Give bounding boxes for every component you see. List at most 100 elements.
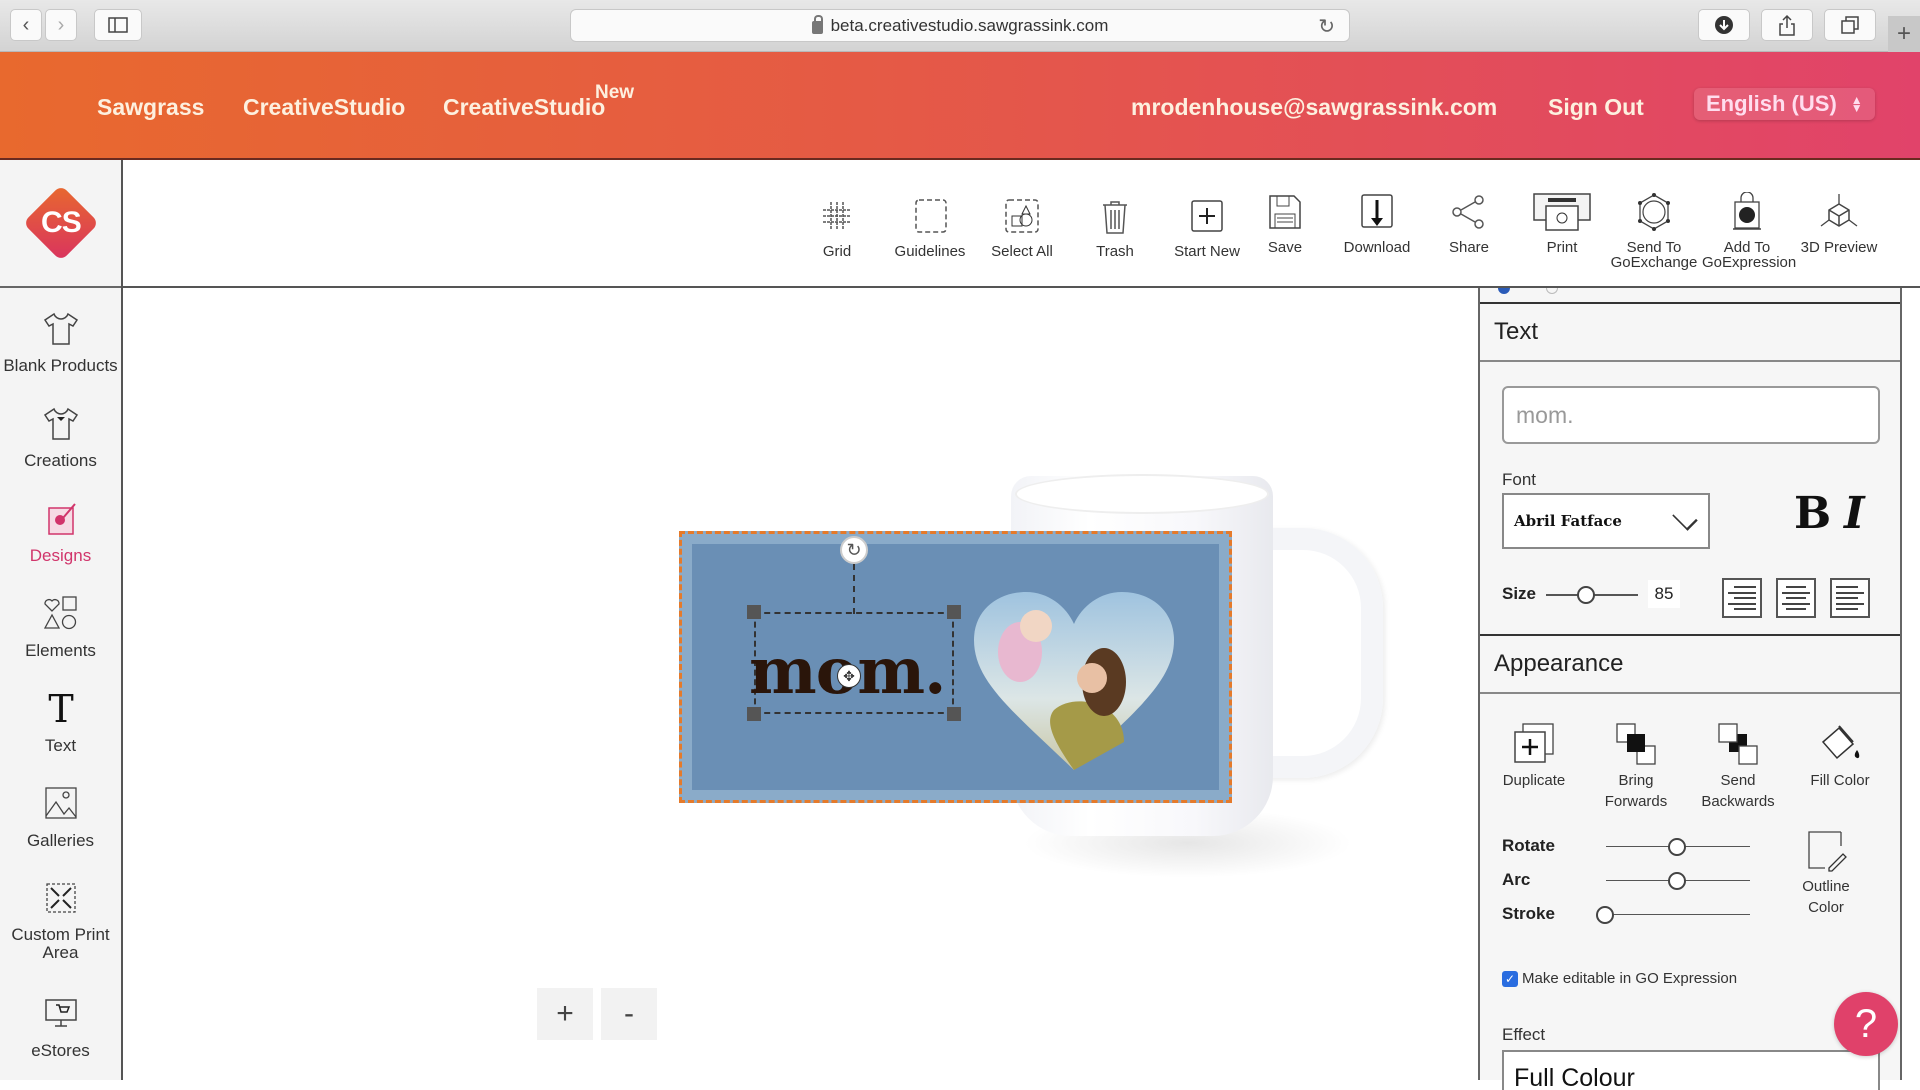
radio-selected[interactable] bbox=[1498, 288, 1510, 294]
arc-label: Arc bbox=[1502, 870, 1531, 889]
slider-knob[interactable] bbox=[1577, 586, 1596, 604]
slider-knob[interactable] bbox=[1668, 838, 1686, 856]
nav-link-sawgrass[interactable]: Sawgrass bbox=[97, 94, 204, 121]
printer-icon bbox=[1533, 193, 1591, 231]
toolbar-select-all-button[interactable]: Select All bbox=[974, 196, 1070, 259]
size-value[interactable]: 85 bbox=[1648, 580, 1680, 608]
rotate-handle[interactable]: ↻ bbox=[840, 536, 868, 564]
font-value: Abril Fatface bbox=[1514, 512, 1622, 530]
download-icon bbox=[1715, 16, 1733, 34]
sidebar-toggle-button[interactable] bbox=[94, 9, 142, 41]
paint-bucket-icon bbox=[1821, 725, 1860, 760]
downloads-button[interactable] bbox=[1698, 9, 1750, 41]
sign-out-link[interactable]: Sign Out bbox=[1548, 94, 1644, 121]
forward-button[interactable]: › bbox=[45, 9, 77, 41]
sidebar-item-galleries[interactable]: Galleries bbox=[0, 763, 121, 858]
toolbar-send-to-goexchange-button[interactable]: Send To GoExchange bbox=[1606, 192, 1702, 270]
bold-button[interactable]: B bbox=[1794, 488, 1831, 539]
radio-unselected[interactable] bbox=[1546, 288, 1558, 294]
toolbar-grid-button[interactable]: Grid bbox=[789, 196, 885, 259]
toolbar-print-button[interactable]: Print bbox=[1514, 192, 1610, 255]
sidebar-item-creations[interactable]: Creations bbox=[0, 383, 121, 478]
heart-photo[interactable] bbox=[974, 592, 1174, 772]
zoom-controls: + - bbox=[537, 988, 657, 1040]
go-expression-checkbox-row[interactable]: ✓ Make editable in GO Expression bbox=[1502, 970, 1737, 987]
slider-knob[interactable] bbox=[1668, 872, 1686, 890]
move-icon[interactable]: ✥ bbox=[837, 664, 861, 688]
sidebar-item-blank-products[interactable]: Blank Products bbox=[0, 288, 121, 383]
font-select[interactable]: Abril Fatface bbox=[1502, 493, 1710, 549]
back-icon: ‹ bbox=[22, 13, 30, 36]
goexchange-icon bbox=[1638, 193, 1670, 231]
sidebar-label: Blank Products bbox=[3, 356, 118, 375]
sidebar-label: eStores bbox=[31, 1041, 90, 1060]
cs-logo[interactable]: CS bbox=[22, 184, 99, 262]
outline-color-button[interactable]: Outline Color bbox=[1778, 828, 1874, 918]
trash-icon bbox=[1103, 201, 1127, 234]
resize-handle-nw[interactable] bbox=[747, 605, 761, 619]
align-left-button[interactable] bbox=[1830, 578, 1870, 618]
toolbar-label: Select All bbox=[991, 243, 1053, 260]
panel-tab-indicators bbox=[1480, 288, 1900, 304]
tshirt-heart-icon bbox=[43, 407, 78, 440]
toolbar-download-button[interactable]: Download bbox=[1329, 192, 1425, 255]
expand-icon bbox=[45, 883, 76, 913]
sidebar-item-custom-print-area[interactable]: Custom Print Area bbox=[0, 858, 121, 973]
resize-handle-se[interactable] bbox=[947, 707, 961, 721]
text-content-input[interactable] bbox=[1502, 386, 1880, 444]
toolbar-3d-preview-button[interactable]: 3D Preview bbox=[1791, 192, 1887, 255]
logo-area: CS bbox=[0, 160, 121, 288]
nav-link-creativestudio-new[interactable]: CreativeStudio bbox=[443, 94, 605, 121]
sidebar-item-designs[interactable]: Designs bbox=[0, 478, 121, 573]
new-tab-button[interactable]: + bbox=[1888, 16, 1920, 52]
forward-icon: › bbox=[57, 13, 65, 36]
toolbar-add-to-goexpression-button[interactable]: Add To GoExpression bbox=[1699, 192, 1796, 270]
zoom-out-button[interactable]: - bbox=[601, 988, 657, 1040]
italic-button[interactable]: I bbox=[1844, 488, 1865, 539]
align-right-button[interactable] bbox=[1722, 578, 1762, 618]
bring-forwards-button[interactable]: Bring Forwards bbox=[1588, 722, 1684, 812]
sidebar-item-text[interactable]: T Text bbox=[0, 668, 121, 763]
go-expression-checkbox[interactable]: ✓ bbox=[1502, 970, 1518, 987]
design-canvas[interactable]: ↻ mom. ✥ + - bbox=[123, 288, 1478, 1080]
toolbar-label: Save bbox=[1267, 239, 1303, 256]
tabs-button[interactable] bbox=[1824, 9, 1876, 41]
toolbar-trash-button[interactable]: Trash bbox=[1067, 196, 1163, 259]
sidebar-label: Creations bbox=[24, 451, 97, 470]
size-slider[interactable] bbox=[1546, 586, 1638, 604]
sidebar-item-elements[interactable]: Elements bbox=[0, 573, 121, 668]
language-select[interactable]: English (US) ▲ ▼ bbox=[1694, 88, 1875, 120]
design-background[interactable]: ↻ mom. ✥ bbox=[692, 536, 1219, 790]
resize-handle-sw[interactable] bbox=[747, 707, 761, 721]
cube-icon bbox=[1820, 194, 1858, 227]
duplicate-button[interactable]: Duplicate bbox=[1486, 722, 1582, 791]
help-button[interactable]: ? bbox=[1834, 992, 1898, 1056]
slider-knob[interactable] bbox=[1596, 906, 1614, 924]
back-button[interactable]: ‹ bbox=[10, 9, 42, 41]
arc-slider[interactable] bbox=[1606, 872, 1750, 890]
toolbar-label: Trash bbox=[1096, 243, 1134, 260]
address-bar[interactable]: beta.creativestudio.sawgrassink.com ↻ bbox=[570, 9, 1350, 42]
sidebar-label: Designs bbox=[29, 546, 92, 565]
print-area[interactable]: ↻ mom. ✥ bbox=[679, 531, 1232, 803]
share-button[interactable] bbox=[1761, 9, 1813, 41]
toolbar-guidelines-button[interactable]: Guidelines bbox=[882, 196, 978, 259]
toolbar-share-button[interactable]: Share bbox=[1421, 192, 1517, 255]
fill-color-button[interactable]: Fill Color bbox=[1792, 722, 1888, 791]
nav-link-creativestudio[interactable]: CreativeStudio bbox=[243, 94, 405, 121]
zoom-in-button[interactable]: + bbox=[537, 988, 593, 1040]
send-backwards-button[interactable]: Send Backwards bbox=[1690, 722, 1786, 812]
plus-box-icon bbox=[1191, 200, 1223, 232]
select-all-icon bbox=[1005, 199, 1039, 233]
toolbar-save-button[interactable]: Save bbox=[1237, 192, 1333, 255]
rotate-slider[interactable] bbox=[1606, 838, 1750, 856]
reload-icon[interactable]: ↻ bbox=[1318, 14, 1335, 39]
toolbar-label: Download bbox=[1343, 239, 1411, 256]
toolbar-label: Guidelines bbox=[894, 243, 966, 260]
effect-select[interactable]: Full Colour bbox=[1502, 1050, 1880, 1090]
action-label: Bring Forwards bbox=[1604, 772, 1668, 810]
stroke-slider[interactable] bbox=[1596, 906, 1750, 924]
resize-handle-ne[interactable] bbox=[947, 605, 961, 619]
sidebar-item-estores[interactable]: eStores bbox=[0, 973, 121, 1068]
align-center-button[interactable] bbox=[1776, 578, 1816, 618]
